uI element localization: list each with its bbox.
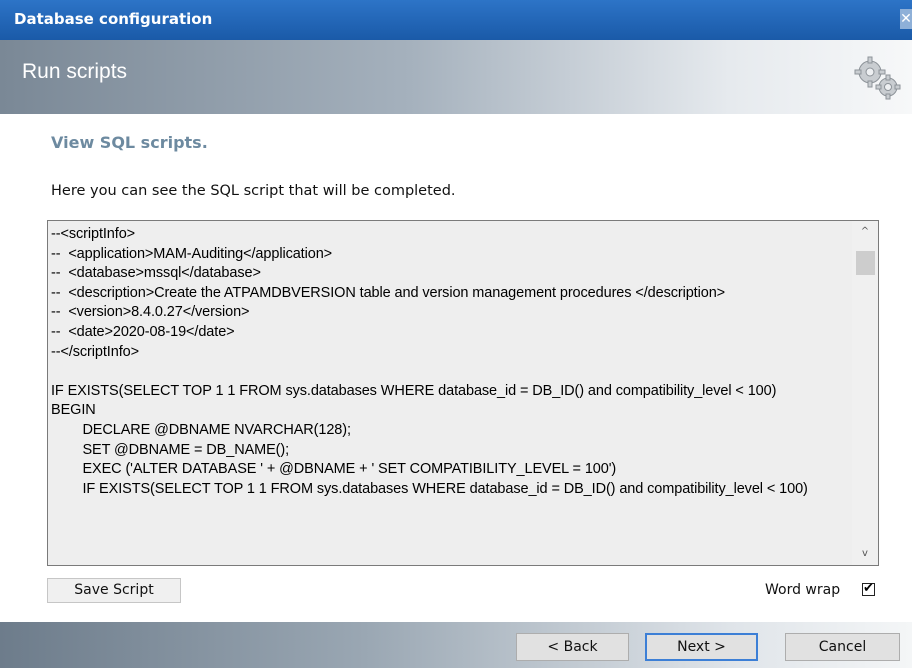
vertical-scrollbar[interactable]: ^ v <box>852 221 878 565</box>
window-title: Database configuration <box>14 10 213 28</box>
footer-bar <box>0 622 912 668</box>
save-script-button[interactable]: Save Script <box>47 578 181 603</box>
word-wrap-checkbox[interactable]: ✔ <box>862 581 875 596</box>
section-description: Here you can see the SQL script that wil… <box>51 183 456 199</box>
close-button[interactable]: ✕ <box>900 9 912 29</box>
gears-icon <box>854 56 901 100</box>
next-button[interactable]: Next > <box>645 633 758 661</box>
sql-script-text: --<scriptInfo> -- <application>MAM-Audit… <box>51 226 808 497</box>
title-bar: Database configuration ✕ <box>0 0 912 40</box>
scroll-thumb[interactable] <box>856 251 875 275</box>
back-button[interactable]: < Back <box>516 633 629 661</box>
word-wrap-label: Word wrap <box>765 582 841 598</box>
checkmark-icon: ✔ <box>863 581 874 596</box>
cancel-button[interactable]: Cancel <box>785 633 900 661</box>
page-header: Run scripts <box>0 40 912 114</box>
section-title: View SQL scripts. <box>51 133 208 152</box>
scroll-down-arrow[interactable]: v <box>852 543 878 565</box>
sql-script-viewer[interactable]: --<scriptInfo> -- <application>MAM-Audit… <box>47 220 879 566</box>
page-title: Run scripts <box>22 60 128 83</box>
scroll-up-arrow[interactable]: ^ <box>852 221 878 243</box>
